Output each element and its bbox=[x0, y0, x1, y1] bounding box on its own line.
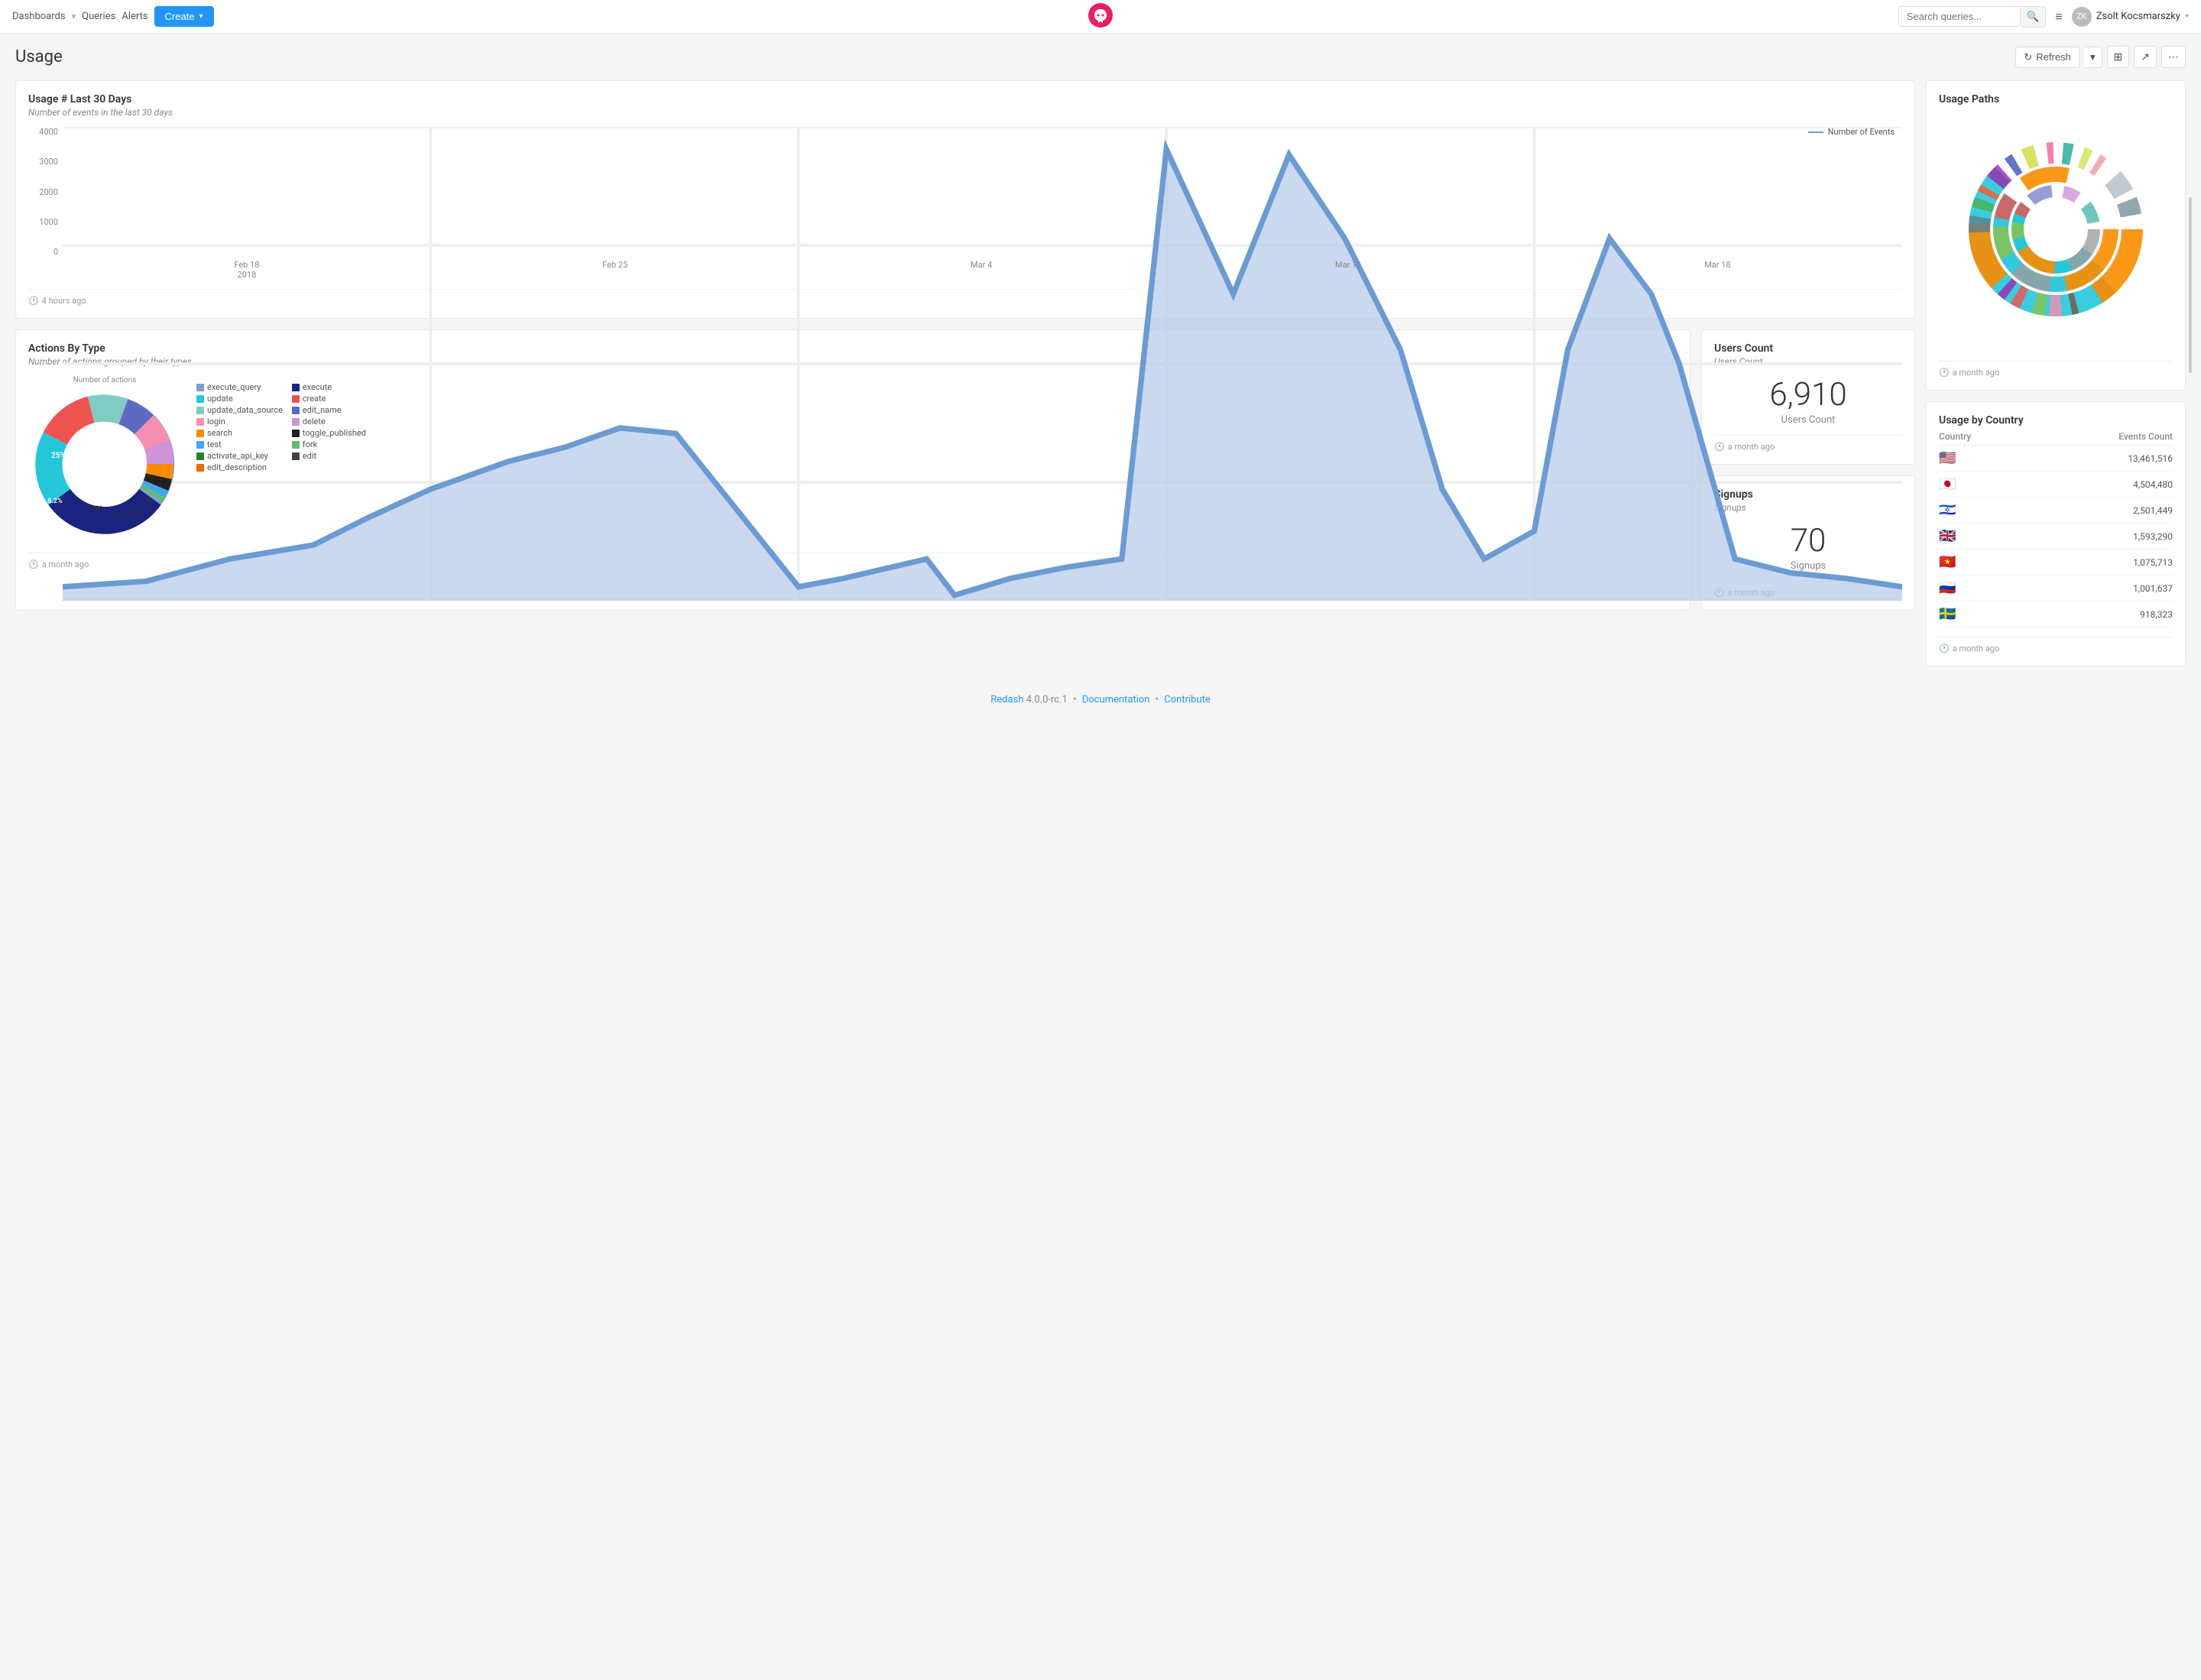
page-header: Usage ↻ Refresh ▾ ⊞ ↗ ⋯ bbox=[15, 46, 2186, 68]
x-axis: Feb 182018 Feb 25 Mar 4 Mar 11 Mar 18 bbox=[63, 260, 1902, 280]
right-column: Usage Paths bbox=[1926, 80, 2186, 666]
left-column: Usage # Last 30 Days Number of events in… bbox=[15, 80, 1915, 666]
table-row: 🇸🇪 918,323 bbox=[1939, 602, 2173, 628]
line-chart: Number of Events 4000 3000 2000 1000 0 bbox=[28, 127, 1902, 280]
usage-paths-card: Usage Paths bbox=[1926, 80, 2186, 391]
search-input[interactable] bbox=[1898, 6, 2021, 27]
count-cell: 13,461,516 bbox=[2026, 446, 2173, 472]
page-content: Usage ↻ Refresh ▾ ⊞ ↗ ⋯ Usage # Last 30 … bbox=[0, 34, 2201, 679]
y-axis: 4000 3000 2000 1000 0 bbox=[28, 127, 63, 257]
nav-alerts[interactable]: Alerts bbox=[122, 11, 147, 22]
usage-by-country-footer: 🕐 a month ago bbox=[1939, 637, 2173, 654]
table-row: 🇮🇱 2,501,449 bbox=[1939, 498, 2173, 524]
clock-icon: 🕐 bbox=[1939, 368, 1950, 378]
create-arrow-icon: ▾ bbox=[199, 12, 203, 21]
refresh-button[interactable]: ↻ Refresh bbox=[2015, 47, 2079, 68]
sunburst-chart bbox=[1939, 107, 2173, 352]
flag-cell: 🇮🇱 bbox=[1939, 498, 2026, 524]
nav-queries[interactable]: Queries bbox=[82, 11, 115, 22]
table-row: 🇺🇸 13,461,516 bbox=[1939, 446, 2173, 472]
line-chart-card: Usage # Last 30 Days Number of events in… bbox=[15, 80, 1915, 319]
user-name: Zsolt Kocsmarszky bbox=[2096, 11, 2180, 22]
count-cell: 1,593,290 bbox=[2026, 524, 2173, 550]
clock-icon: 🕐 bbox=[28, 559, 39, 569]
separator-1: • bbox=[1073, 694, 1076, 705]
version-number: 4.0.0-rc.1 bbox=[1026, 694, 1068, 705]
refresh-dropdown-button[interactable]: ▾ bbox=[2084, 47, 2102, 68]
line-chart-svg bbox=[63, 127, 1902, 601]
contribute-link[interactable]: Contribute bbox=[1164, 694, 1211, 705]
table-row: 🇻🇳 1,075,713 bbox=[1939, 550, 2173, 576]
count-cell: 4,504,480 bbox=[2026, 472, 2173, 498]
table-row: 🇬🇧 1,593,290 bbox=[1939, 524, 2173, 550]
col-country: Country bbox=[1939, 428, 2026, 446]
refresh-icon: ↻ bbox=[2024, 51, 2032, 63]
pie-chart: Number of actions bbox=[28, 376, 181, 543]
flag-cell: 🇯🇵 bbox=[1939, 472, 2026, 498]
user-menu[interactable]: ZK Zsolt Kocsmarszky ▾ bbox=[2072, 7, 2189, 27]
flag-cell: 🇻🇳 bbox=[1939, 550, 2026, 576]
filter-icon[interactable]: ≡ bbox=[2055, 9, 2062, 24]
search-button[interactable]: 🔍 bbox=[2021, 6, 2047, 28]
col-events: Events Count bbox=[2026, 428, 2173, 446]
separator-2: • bbox=[1156, 694, 1159, 705]
usage-paths-title: Usage Paths bbox=[1939, 93, 2173, 105]
table-row: 🇯🇵 4,504,480 bbox=[1939, 472, 2173, 498]
count-cell: 1,075,713 bbox=[2026, 550, 2173, 576]
count-cell: 2,501,449 bbox=[2026, 498, 2173, 524]
count-cell: 918,323 bbox=[2026, 602, 2173, 628]
create-button[interactable]: Create ▾ bbox=[154, 6, 214, 27]
pie-center-label: Number of actions bbox=[28, 376, 181, 384]
brand-logo bbox=[1088, 3, 1113, 31]
user-menu-arrow-icon: ▾ bbox=[2185, 12, 2189, 21]
line-chart-title: Usage # Last 30 Days bbox=[28, 93, 1902, 105]
page-footer: Redash 4.0.0-rc.1 • Documentation • Cont… bbox=[0, 679, 2201, 721]
count-cell: 1,001,637 bbox=[2026, 576, 2173, 602]
nav-dashboards[interactable]: Dashboards bbox=[12, 11, 66, 22]
usage-by-country-title: Usage by Country bbox=[1939, 414, 2173, 426]
usage-paths-footer: 🕐 a month ago bbox=[1939, 361, 2173, 378]
country-table: Country Events Count 🇺🇸 13,461,516 🇯🇵 4,… bbox=[1939, 428, 2173, 628]
sunburst-svg bbox=[1949, 115, 2163, 344]
dashboard-grid: Usage # Last 30 Days Number of events in… bbox=[15, 80, 2186, 666]
toolbar: ↻ Refresh ▾ ⊞ ↗ ⋯ bbox=[2015, 46, 2186, 68]
documentation-link[interactable]: Documentation bbox=[1082, 694, 1150, 705]
navbar: Dashboards ▾ Queries Alerts Create ▾ 🔍 ≡… bbox=[0, 0, 2201, 34]
flag-cell: 🇸🇪 bbox=[1939, 602, 2026, 628]
page-title: Usage bbox=[15, 47, 63, 66]
share-button[interactable]: ↗ bbox=[2134, 46, 2157, 68]
fullscreen-button[interactable]: ⊞ bbox=[2107, 46, 2130, 68]
more-button[interactable]: ⋯ bbox=[2161, 46, 2186, 68]
table-row: 🇷🇺 1,001,637 bbox=[1939, 576, 2173, 602]
usage-by-country-card: Usage by Country Country Events Count 🇺🇸… bbox=[1926, 401, 2186, 666]
nav-right: 🔍 ≡ ZK Zsolt Kocsmarszky ▾ bbox=[1898, 6, 2189, 28]
clock-icon: 🕐 bbox=[1939, 644, 1950, 654]
brand-link[interactable]: Redash bbox=[990, 694, 1023, 705]
nav-left: Dashboards ▾ Queries Alerts Create ▾ bbox=[12, 6, 214, 27]
pie-chart-svg bbox=[28, 388, 181, 540]
line-chart-subtitle: Number of events in the last 30 days bbox=[28, 107, 1902, 118]
flag-cell: 🇬🇧 bbox=[1939, 524, 2026, 550]
clock-icon: 🕐 bbox=[28, 296, 39, 306]
flag-cell: 🇺🇸 bbox=[1939, 446, 2026, 472]
flag-cell: 🇷🇺 bbox=[1939, 576, 2026, 602]
avatar: ZK bbox=[2072, 7, 2092, 27]
